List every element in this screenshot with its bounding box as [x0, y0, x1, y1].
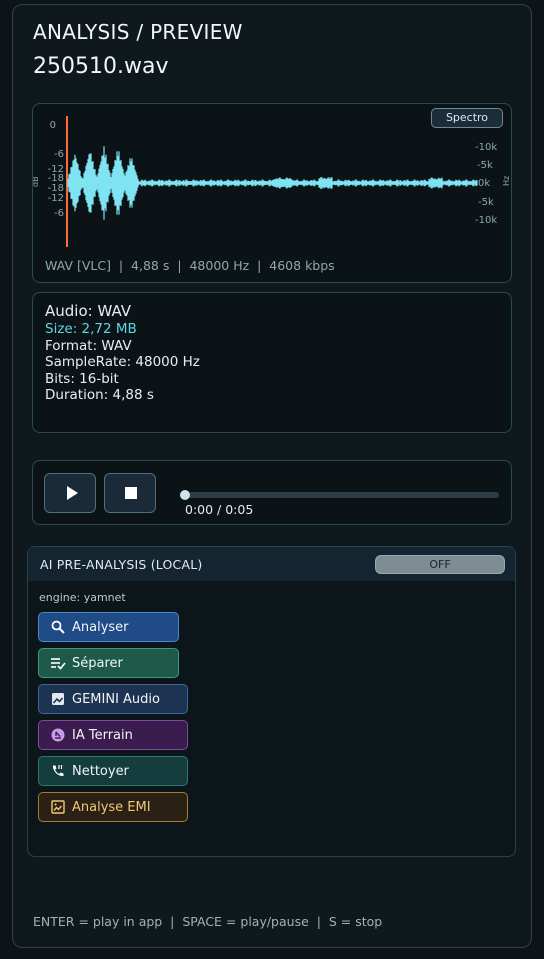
engine-label: engine: yamnet	[39, 591, 126, 604]
analyser-button[interactable]: Analyser	[38, 612, 179, 642]
db-label: 0	[50, 120, 56, 131]
search-icon	[50, 619, 66, 635]
analyse-emi-label: Analyse EMI	[72, 799, 151, 815]
analyser-label: Analyser	[72, 619, 129, 635]
ai-preanalysis-panel: AI PRE-ANALYSIS (LOCAL) OFF engine: yamn…	[27, 546, 516, 857]
image-icon	[50, 691, 66, 707]
spectro-button[interactable]: Spectro	[431, 108, 503, 128]
stop-button[interactable]	[104, 473, 156, 513]
separer-label: Séparer	[72, 655, 123, 671]
separer-button[interactable]: Séparer	[38, 648, 179, 678]
photo-frame-icon	[50, 799, 66, 815]
stop-icon	[125, 487, 137, 499]
db-label: -6	[54, 149, 64, 160]
audio-samplerate: SampleRate: 48000 Hz	[45, 354, 200, 370]
gemini-audio-button[interactable]: GEMINI Audio	[38, 684, 188, 714]
page-title: ANALYSIS / PREVIEW	[33, 20, 243, 44]
audio-duration: Duration: 4,88 s	[45, 387, 154, 403]
hz-unit: Hz	[502, 176, 511, 186]
nettoyer-label: Nettoyer	[72, 763, 129, 779]
ia-terrain-label: IA Terrain	[72, 727, 133, 743]
phone-call-icon	[50, 763, 66, 779]
audio-bits: Bits: 16-bit	[45, 370, 119, 387]
hz-label: -5k	[478, 197, 494, 208]
terrain-icon	[50, 727, 66, 743]
keyboard-hints: ENTER = play in app | SPACE = play/pause…	[33, 914, 383, 929]
seek-slider[interactable]	[180, 490, 499, 500]
audio-size: Size: 2,72 MB	[45, 321, 137, 337]
play-button[interactable]	[44, 473, 96, 513]
audio-type: Audio: WAV	[45, 302, 132, 320]
ia-terrain-button[interactable]: IA Terrain	[38, 720, 188, 750]
audio-info-panel: Audio: WAV Size: 2,72 MB Format: WAV Sam…	[32, 292, 512, 433]
ai-panel-title: AI PRE-ANALYSIS (LOCAL)	[40, 557, 203, 572]
db-label: -12	[48, 193, 64, 204]
analyse-emi-button[interactable]: Analyse EMI	[38, 792, 188, 822]
waveform-panel[interactable]: 0 -6 -12 -18 -18 -12 -6 dB -10k -5k 0k -…	[32, 103, 512, 283]
play-icon	[67, 486, 78, 500]
ai-toggle[interactable]: OFF	[375, 555, 505, 574]
hz-label: -10k	[475, 215, 497, 226]
hz-label: 0k	[478, 178, 490, 189]
ai-panel-header: AI PRE-ANALYSIS (LOCAL) OFF	[28, 547, 515, 581]
file-name: 250510.wav	[33, 54, 169, 79]
db-unit: dB	[33, 176, 40, 187]
nettoyer-button[interactable]: Nettoyer	[38, 756, 188, 786]
player-panel: 0:00 / 0:05	[32, 460, 512, 525]
hz-label: -10k	[475, 142, 497, 153]
db-label: -6	[54, 208, 64, 219]
gemini-audio-label: GEMINI Audio	[72, 691, 160, 707]
audio-format: Format: WAV	[45, 337, 132, 354]
waveform-view[interactable]: 0 -6 -12 -18 -18 -12 -6 dB -10k -5k 0k -…	[33, 104, 513, 284]
list-check-icon	[50, 655, 66, 671]
time-display: 0:00 / 0:05	[185, 502, 254, 517]
waveform-info: WAV [VLC] | 4,88 s | 48000 Hz | 4608 kbp…	[45, 258, 335, 273]
seek-handle[interactable]	[180, 490, 190, 500]
hz-label: -5k	[477, 160, 493, 171]
